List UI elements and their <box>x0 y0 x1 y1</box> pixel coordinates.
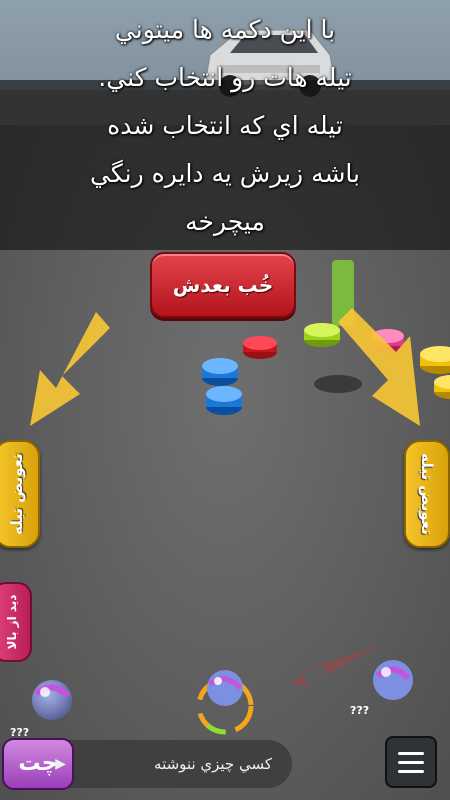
yellow-bottle-cap <box>420 346 450 374</box>
red-bottle-cap <box>243 336 277 359</box>
top-view-button[interactable]: ديد از بالا <box>0 582 32 662</box>
blue-bottle-cap <box>206 386 242 415</box>
top-view-label: ديد از بالا <box>5 594 19 650</box>
arrow-down-icon <box>30 312 110 426</box>
lime-bottle-cap <box>304 323 340 347</box>
chat-button[interactable]: چت ▶ <box>2 738 74 790</box>
switch-marble-label: تعويض تيله <box>8 453 26 535</box>
next-button[interactable]: خُب بعدش <box>150 252 296 318</box>
blue-bottle-cap <box>202 358 238 386</box>
arrow-down-icon <box>338 308 420 426</box>
chevron-right-icon: ▶ <box>55 756 66 772</box>
chat-button-label: چت <box>18 751 58 776</box>
tutorial-text: با اين دکمه ها ميتوني تيله هات رو انتخاب… <box>30 6 420 246</box>
yellow-bottle-cap <box>434 375 450 399</box>
tutorial-line: ميچرخه <box>185 207 265 236</box>
tutorial-line: تيله هات رو انتخاب کني. <box>98 63 352 92</box>
chat-placeholder: کسي چيزي ننوشته <box>154 755 272 773</box>
marble <box>373 660 413 700</box>
chat-message-bar[interactable]: کسي چيزي ننوشته <box>66 740 292 788</box>
menu-button[interactable] <box>385 736 437 788</box>
switch-marble-left-button[interactable]: تعويض تيله <box>0 440 40 548</box>
switch-marble-label: تعويض تيله <box>418 453 436 535</box>
marble-label: ??? <box>350 704 370 717</box>
hole-shadow <box>314 375 362 393</box>
aim-arrow <box>290 645 380 686</box>
marble <box>32 680 72 720</box>
selected-marble <box>196 670 254 735</box>
tutorial-line: تيله اي که انتخاب شده <box>107 111 343 140</box>
switch-marble-right-button[interactable]: تعويض تيله <box>404 440 450 548</box>
tutorial-line: باشه زيرش يه دايره رنگي <box>89 159 361 188</box>
tutorial-line: با اين دکمه ها ميتوني <box>114 15 336 44</box>
